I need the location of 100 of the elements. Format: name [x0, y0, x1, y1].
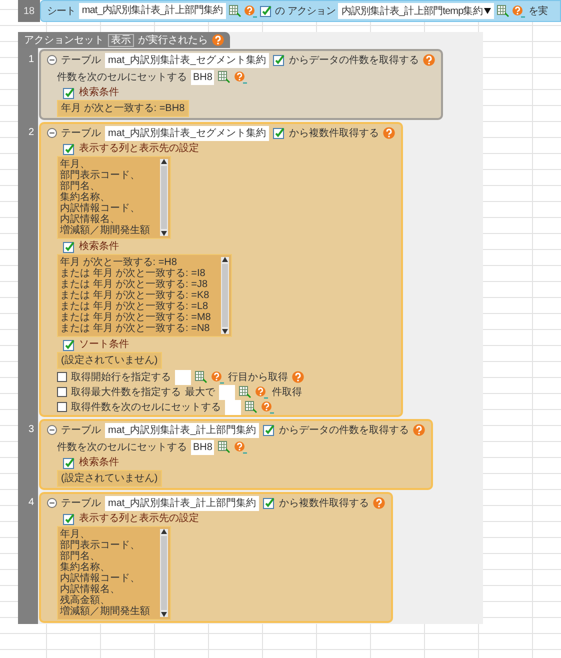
- list-item: 年月、: [60, 529, 90, 540]
- collapse-icon[interactable]: [47, 55, 57, 65]
- grid-picker-icon[interactable]: [239, 386, 251, 398]
- edit-icon[interactable]: [262, 424, 275, 436]
- edit-icon[interactable]: [63, 142, 75, 154]
- action-text: から複数件取得する: [278, 498, 369, 508]
- help-icon[interactable]: [412, 424, 425, 436]
- scroll-down-icon[interactable]: [161, 231, 167, 236]
- help-icon[interactable]: [512, 4, 526, 18]
- help-icon[interactable]: [292, 371, 304, 383]
- step-number: 1: [28, 54, 34, 65]
- scroll-down-icon[interactable]: [222, 329, 228, 334]
- cell-field[interactable]: [175, 370, 191, 384]
- condition-text: (設定されていません): [57, 352, 162, 369]
- cell-field[interactable]: BH8: [191, 440, 214, 454]
- list-item: 部門名、: [60, 181, 101, 192]
- list-item: 部門表示コード、: [60, 170, 141, 181]
- list-item: または 年月 が次と一致する: =N8: [60, 323, 211, 334]
- option-label: 取得件数を次のセルにセットする: [71, 402, 221, 412]
- table-field[interactable]: mat_内訳別集計表_計上部門集約: [105, 422, 259, 438]
- collapse-icon[interactable]: [47, 425, 57, 435]
- list-item: または 年月 が次と一致する: =J8: [60, 279, 209, 290]
- grid-picker-icon[interactable]: [228, 5, 241, 17]
- grid-picker-icon[interactable]: [245, 401, 257, 413]
- help-icon[interactable]: [382, 127, 395, 139]
- list-item: 部門名、: [60, 551, 101, 562]
- scroll-up-icon[interactable]: [222, 257, 228, 262]
- checkbox[interactable]: [57, 372, 67, 382]
- step-card[interactable]: [39, 122, 403, 417]
- grid-picker-icon[interactable]: [497, 5, 510, 17]
- row-number: 18: [18, 0, 40, 22]
- edit-icon[interactable]: [272, 54, 285, 66]
- step-card[interactable]: テーブル mat_内訳別集計表_計上部門集約 からデータの件数を取得する 件数を次のセルにセットする BH8 検索条件 (設定されていません): [39, 419, 433, 490]
- scroll-down-icon[interactable]: [161, 612, 167, 617]
- step-number: 3: [28, 424, 34, 435]
- section-label: ソート条件: [79, 339, 129, 350]
- scrollbar[interactable]: [220, 257, 229, 334]
- scrollbar[interactable]: [160, 529, 168, 617]
- edit-icon[interactable]: [262, 497, 275, 509]
- action-text: からデータの件数を取得する: [288, 54, 419, 66]
- grid-picker-icon[interactable]: [195, 371, 207, 383]
- section-label: 検索条件: [79, 457, 119, 468]
- list-item: 年月 が次と一致する: =H8: [60, 257, 178, 268]
- list-item: 内訳情報コード、: [60, 203, 141, 214]
- edit-icon[interactable]: [63, 240, 75, 252]
- scrollbar[interactable]: [160, 159, 168, 236]
- list-item: 内訳情報名、: [60, 584, 121, 595]
- collapse-icon[interactable]: [47, 128, 57, 138]
- cell-field[interactable]: [219, 384, 235, 400]
- edit-icon[interactable]: [272, 127, 285, 139]
- help-icon[interactable]: [255, 386, 268, 398]
- cell-field[interactable]: BH8: [191, 70, 214, 84]
- scroll-up-icon[interactable]: [161, 159, 167, 164]
- table-field[interactable]: mat_内訳別集計表_セグメント集約: [105, 52, 269, 68]
- edit-icon[interactable]: [63, 456, 75, 468]
- table-field[interactable]: mat_内訳別集計表_セグメント集約: [105, 126, 269, 140]
- action-dropdown[interactable]: 内訳別集計表_計上部門temp集約: [338, 3, 494, 19]
- cell-label: 件数を次のセルにセットする: [57, 72, 187, 82]
- help-icon[interactable]: [212, 34, 224, 46]
- help-icon[interactable]: [211, 370, 224, 384]
- action-text: からデータの件数を取得する: [278, 424, 409, 436]
- edit-icon[interactable]: [260, 5, 272, 17]
- condition-text: (設定されていません): [57, 470, 162, 487]
- step-card[interactable]: テーブル mat_内訳別集計表_セグメント集約 からデータの件数を取得する 件数を次のセルにセットする BH8 検索条件 年月 が次と一致する: =BH8: [39, 49, 443, 120]
- help-icon[interactable]: [234, 440, 248, 454]
- option-suffix: 行目から取得: [228, 372, 288, 382]
- scroll-up-icon[interactable]: [161, 529, 167, 534]
- action-text: から複数件取得する: [288, 128, 379, 138]
- checkbox[interactable]: [57, 402, 67, 412]
- action-label: アクション: [287, 6, 336, 16]
- list-item: 増減額／期間発生額: [60, 606, 150, 617]
- help-icon[interactable]: [422, 54, 435, 66]
- step-card[interactable]: テーブル mat_内訳別集計表_計上部門集約 から複数件取得する 表示する列と表示先の設定 年月、 部門表示コード、 部門名、 集約名称、 内訳情報コード、 内訳情報名、 残高金額、 増減額／期間発生額: [39, 492, 393, 623]
- table-field[interactable]: mat_内訳別集計表_計上部門集約: [105, 496, 259, 510]
- option-suffix: 件取得: [272, 386, 302, 398]
- cell-field[interactable]: [225, 400, 241, 414]
- list-item: 年月、: [60, 159, 90, 170]
- help-icon[interactable]: [244, 4, 257, 18]
- trailing-label: を実: [528, 6, 548, 16]
- edit-icon[interactable]: [63, 512, 75, 524]
- section-label: 検索条件: [79, 241, 119, 252]
- grid-picker-icon[interactable]: [218, 441, 230, 453]
- collapse-icon[interactable]: [47, 498, 57, 508]
- section-label: 表示する列と表示先の設定: [79, 513, 199, 524]
- help-icon[interactable]: [261, 400, 274, 414]
- edit-icon[interactable]: [63, 338, 75, 350]
- edit-icon[interactable]: [63, 86, 75, 98]
- list-item: 残高金額、: [60, 595, 111, 606]
- list-item: または 年月 が次と一致する: =M8: [60, 312, 211, 323]
- table-label: テーブル: [61, 54, 101, 66]
- list-item: 集約名称、: [60, 562, 111, 573]
- list-item: 集約名称、: [60, 192, 111, 203]
- checkbox[interactable]: [57, 387, 67, 397]
- list-item: または 年月 が次と一致する: =L8: [60, 301, 210, 312]
- table-label: テーブル: [61, 424, 101, 436]
- sheet-field[interactable]: mat_内訳別集計表_計上部門集約: [78, 3, 226, 19]
- help-icon[interactable]: [372, 497, 385, 509]
- of-label: の: [274, 6, 284, 16]
- help-icon[interactable]: [234, 70, 248, 84]
- grid-picker-icon[interactable]: [218, 71, 230, 83]
